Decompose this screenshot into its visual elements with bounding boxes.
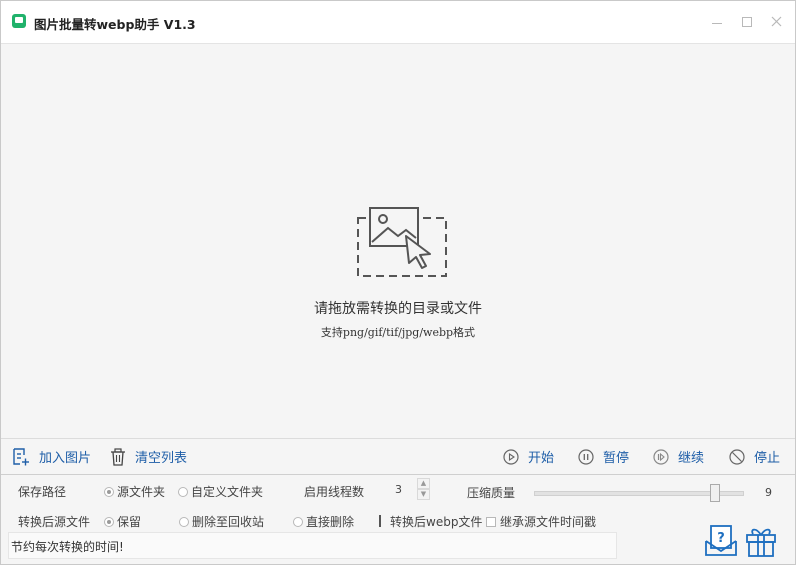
svg-text:?: ? [717, 531, 725, 546]
start-button[interactable]: 开始 [502, 439, 554, 474]
resume-label: 继续 [678, 451, 705, 466]
quality-label: 压缩质量 [467, 486, 516, 500]
status-text: 节约每次转换的时间! [11, 540, 124, 554]
window-title: 图片批量转webp助手 V1.3 [34, 17, 196, 32]
maximize-button[interactable] [735, 11, 759, 33]
quality-value: 9 [765, 486, 772, 499]
resume-button[interactable]: 继续 [652, 439, 704, 474]
threads-input[interactable]: 3 [395, 483, 402, 496]
settings-panel: 保存路径 源文件夹 自定义文件夹 启用线程数 3 ▲ ▼ 压缩质量 9 转换后源… [1, 475, 795, 564]
threads-stepper[interactable]: ▲ ▼ [417, 478, 430, 502]
play-circle-icon [503, 448, 519, 465]
stop-button[interactable]: 停止 [728, 439, 780, 474]
save-path-label: 保存路径 [18, 485, 67, 499]
app-window: 图片批量转webp助手 V1.3 请拖放需转换的目录或文件 支持png/gif/… [0, 0, 796, 565]
start-label: 开始 [528, 451, 555, 466]
radio-selected-icon [104, 486, 114, 497]
drop-zone[interactable]: 请拖放需转换的目录或文件 支持png/gif/tif/jpg/webp格式 [1, 44, 795, 439]
clear-list-button[interactable]: 清空列表 [109, 439, 187, 474]
divider [379, 515, 381, 527]
title-bar[interactable]: 图片批量转webp助手 V1.3 [1, 1, 795, 44]
pause-button[interactable]: 暂停 [577, 439, 629, 474]
close-icon [771, 16, 782, 27]
source-after-option-recycle[interactable]: 删除至回收站 [179, 513, 264, 530]
supported-formats: 支持png/gif/tif/jpg/webp格式 [320, 326, 476, 339]
stop-circle-icon [729, 448, 745, 465]
pause-label: 暂停 [603, 451, 630, 466]
resume-circle-icon [653, 448, 669, 465]
radio-unselected-icon [179, 516, 189, 527]
help-mail-icon[interactable]: ? [704, 525, 738, 557]
webp-after-label: 转换后webp文件 [390, 515, 483, 529]
toolbar: 加入图片 清空列表 开始 暂停 继续 停止 [1, 439, 795, 475]
source-after-label: 转换后源文件 [18, 515, 91, 529]
quality-slider-thumb[interactable] [710, 484, 720, 502]
radio-unselected-icon [293, 516, 303, 527]
add-images-button[interactable]: 加入图片 [11, 439, 91, 474]
save-path-option-custom[interactable]: 自定义文件夹 [178, 483, 263, 500]
save-path-option-source[interactable]: 源文件夹 [104, 483, 165, 500]
radio-selected-icon [104, 516, 114, 527]
trash-icon [111, 447, 125, 466]
drop-instruction: 请拖放需转换的目录或文件 [314, 301, 482, 317]
add-images-label: 加入图片 [39, 451, 92, 466]
inherit-timestamp-checkbox[interactable]: 继承源文件时间戳 [486, 513, 596, 530]
checkbox-icon [486, 516, 496, 527]
radio-unselected-icon [178, 486, 188, 497]
gift-icon[interactable] [744, 525, 778, 557]
source-after-option-keep[interactable]: 保留 [104, 513, 141, 530]
app-logo-icon [12, 14, 26, 28]
stop-label: 停止 [754, 451, 781, 466]
clear-list-label: 清空列表 [135, 451, 188, 466]
add-image-icon [13, 447, 29, 465]
drop-image-icon [357, 207, 447, 277]
pause-circle-icon [578, 448, 594, 465]
stepper-down-icon[interactable]: ▼ [417, 489, 430, 500]
minimize-button[interactable] [705, 11, 729, 33]
threads-label: 启用线程数 [304, 485, 365, 499]
close-button[interactable] [765, 11, 789, 33]
source-after-option-delete[interactable]: 直接删除 [293, 513, 354, 530]
stepper-up-icon[interactable]: ▲ [417, 478, 430, 489]
